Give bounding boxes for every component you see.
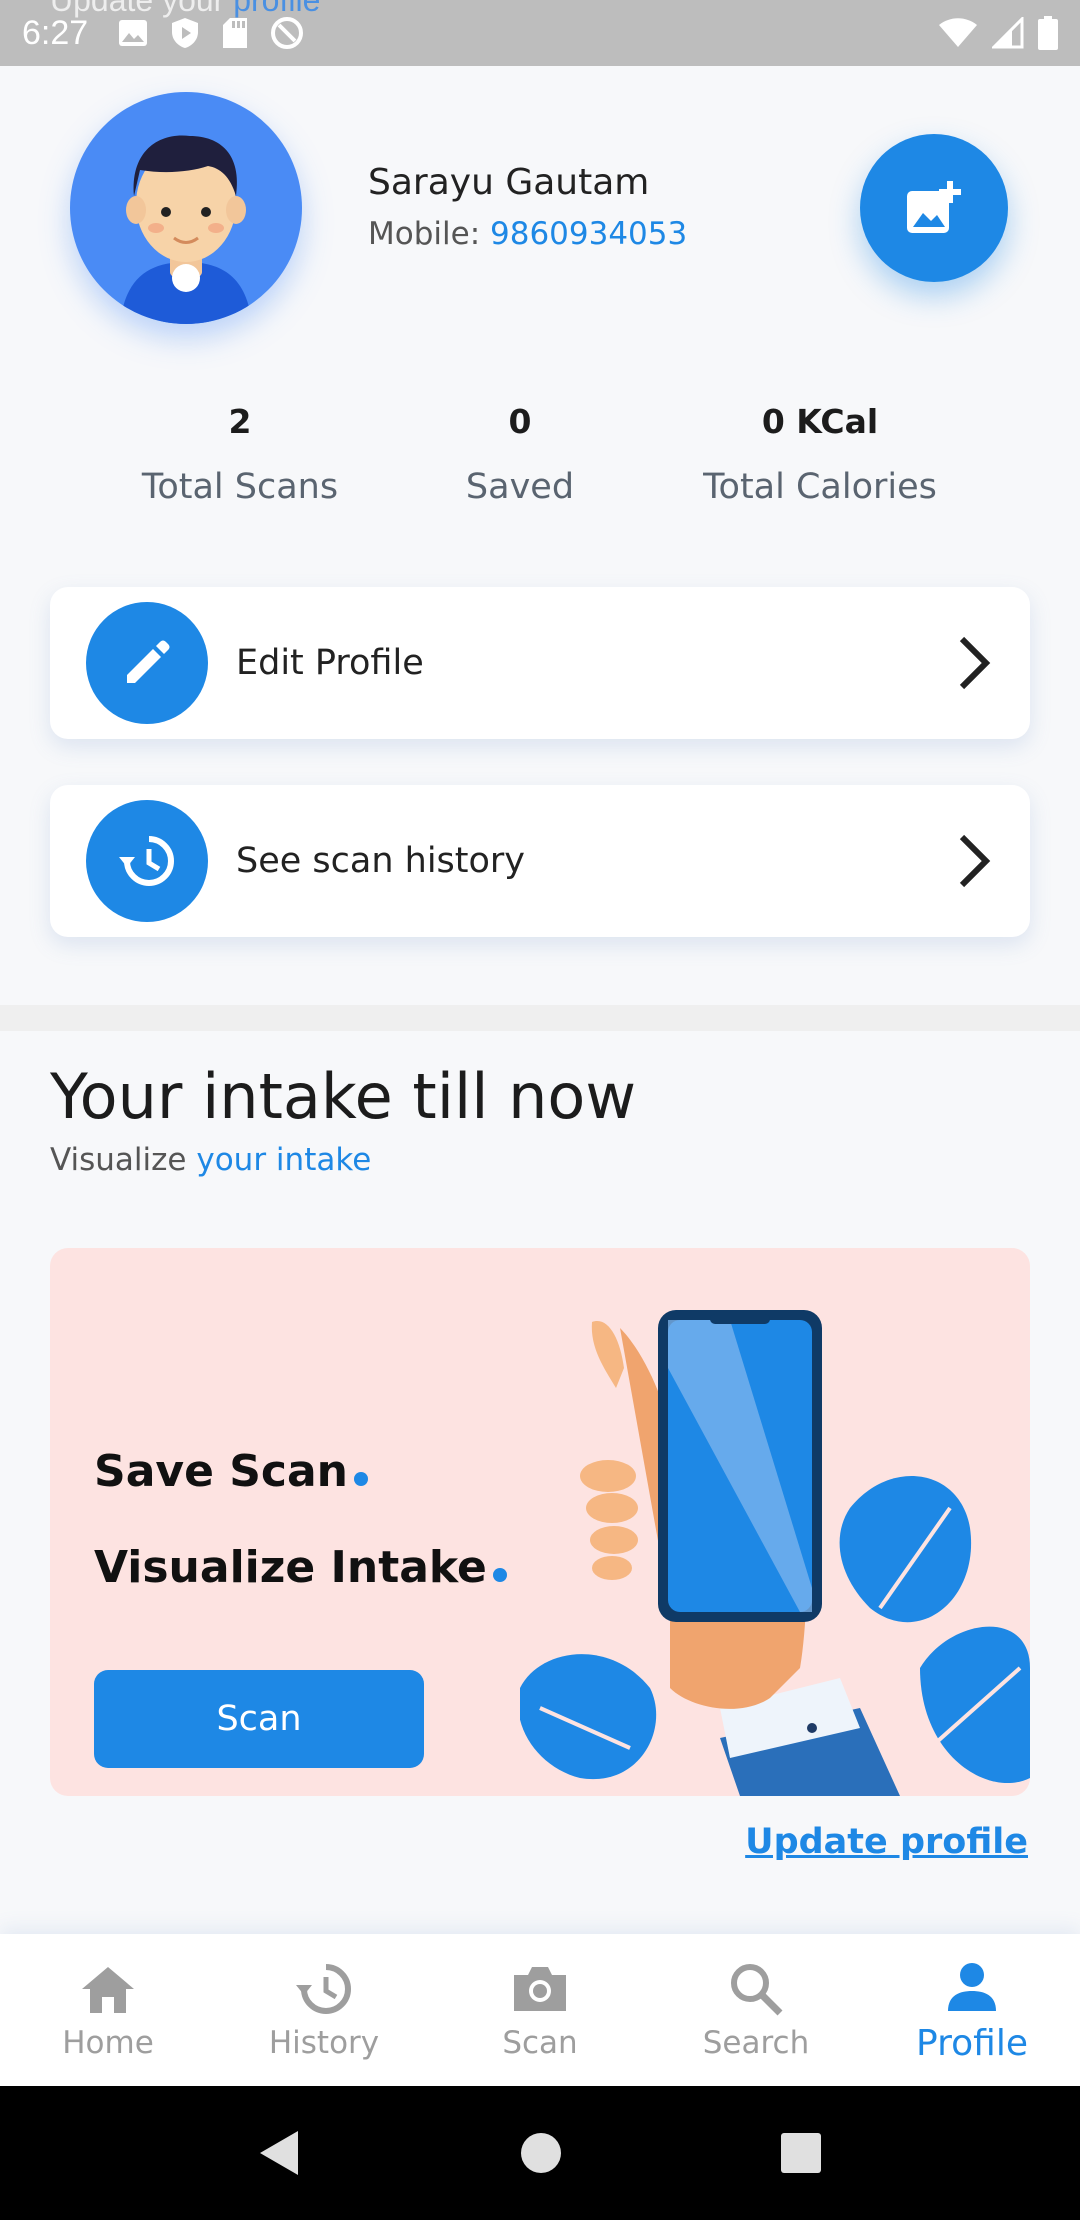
intake-subtitle-a: Visualize — [50, 1142, 187, 1178]
battery-icon — [1038, 16, 1058, 50]
nav-label: Scan — [502, 2025, 578, 2061]
wifi-icon — [939, 18, 977, 47]
sd-card-icon — [223, 18, 248, 48]
edit-profile-label: Edit Profile — [236, 643, 424, 683]
bottom-nav: Home History Scan Search Profile — [0, 1934, 1080, 2086]
notification-peek: Update your profile — [50, 0, 320, 19]
scan-history-item[interactable]: See scan history — [50, 785, 1030, 937]
status-time: 6:27 — [22, 13, 89, 52]
history-icon — [86, 800, 208, 922]
add-photo-button[interactable] — [860, 134, 1008, 282]
peek-text: Update your — [50, 0, 225, 18]
stat-value: 2 — [228, 402, 252, 441]
nav-home[interactable]: Home — [0, 1934, 216, 2086]
image-icon — [119, 20, 148, 46]
mobile-label: Mobile: — [368, 216, 481, 252]
accent-dot — [354, 1472, 369, 1486]
stat-saved: 0 Saved — [410, 402, 630, 507]
section-divider — [0, 1005, 1080, 1031]
stat-label: Total Calories — [703, 467, 937, 507]
stat-value: 0 — [508, 402, 532, 441]
promo-line-visualize-text: Visualize Intake — [94, 1542, 487, 1593]
user-name: Sarayu Gautam — [368, 162, 650, 203]
profile-header: Sarayu Gautam Mobile: 9860934053 — [0, 66, 1080, 406]
chevron-right-icon — [959, 636, 991, 690]
pencil-icon — [86, 602, 208, 724]
home-icon — [82, 1967, 134, 2013]
add-photo-icon — [907, 181, 961, 233]
stat-total-scans: 2 Total Scans — [110, 402, 370, 507]
scan-history-label: See scan history — [236, 841, 526, 881]
system-nav-bar — [0, 2086, 1080, 2220]
nav-scan[interactable]: Scan — [432, 1934, 648, 2086]
signal-icon — [992, 17, 1024, 49]
avatar-illustration — [120, 135, 252, 324]
peek-text-link: profile — [233, 0, 321, 18]
sync-blocked-icon — [271, 17, 304, 49]
search-icon — [731, 1964, 783, 2016]
stat-label: Saved — [465, 467, 575, 507]
mobile-number: 9860934053 — [490, 216, 688, 252]
update-profile-link[interactable]: Update profile — [745, 1822, 1028, 1862]
nav-label: History — [268, 2025, 380, 2061]
status-bar: Update your profile 6:27 — [0, 0, 1080, 66]
shield-play-icon — [172, 18, 199, 48]
intake-subtitle-b: your intake — [196, 1142, 372, 1178]
person-icon — [948, 1962, 996, 2011]
camera-icon — [514, 1967, 566, 2011]
intake-title: Your intake till now — [50, 1060, 637, 1133]
chevron-right-icon — [959, 834, 991, 888]
stat-label: Total Scans — [141, 467, 339, 507]
nav-search[interactable]: Search — [648, 1934, 864, 2086]
nav-label: Home — [62, 2025, 154, 2061]
stat-total-calories: 0 KCal Total Calories — [670, 402, 970, 507]
scan-button[interactable]: Scan — [94, 1670, 424, 1768]
stat-value: 0 KCal — [761, 402, 879, 441]
nav-label: Search — [702, 2025, 810, 2061]
accent-dot — [492, 1568, 507, 1582]
back-icon[interactable] — [258, 2129, 302, 2177]
nav-history[interactable]: History — [216, 1934, 432, 2086]
promo-line-save-text: Save Scan — [94, 1446, 349, 1497]
intake-subtitle: Visualize your intake — [50, 1142, 371, 1178]
user-mobile: Mobile: 9860934053 — [368, 216, 687, 252]
history-icon — [296, 1964, 351, 2014]
promo-line-visualize: Visualize Intake — [94, 1542, 507, 1593]
avatar — [70, 92, 302, 324]
recents-icon[interactable] — [780, 2132, 822, 2174]
nav-label: Profile — [916, 2022, 1028, 2064]
promo-line-save: Save Scan — [94, 1446, 369, 1497]
home-button-icon[interactable] — [519, 2131, 563, 2175]
nav-profile[interactable]: Profile — [864, 1934, 1080, 2086]
scan-promo-card: Save Scan Visualize Intake Scan — [50, 1248, 1030, 1796]
edit-profile-item[interactable]: Edit Profile — [50, 587, 1030, 739]
phone-in-hand-illustration — [520, 1310, 1030, 1796]
